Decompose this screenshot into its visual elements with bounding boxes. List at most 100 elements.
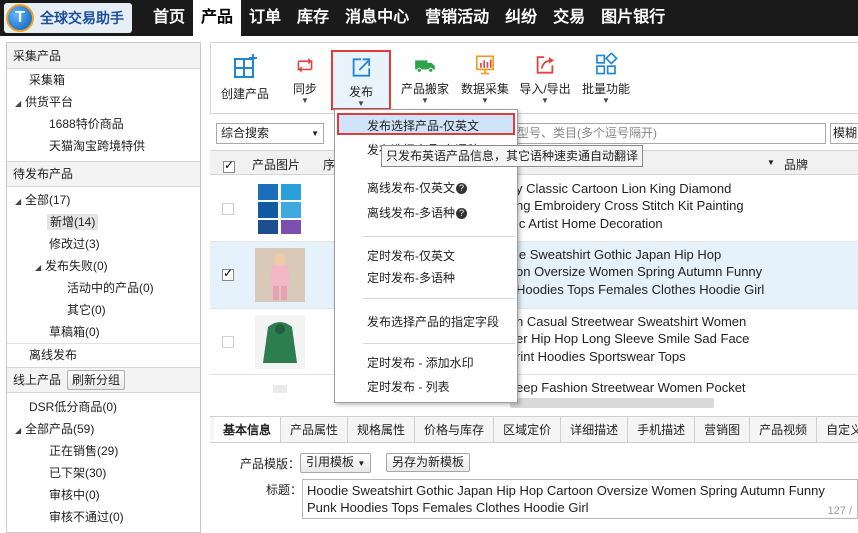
checkbox[interactable] [223, 158, 235, 173]
nav-transactions[interactable]: 交易 [545, 0, 593, 36]
search-type-value: 综合搜索 [221, 126, 270, 140]
product-thumbnail[interactable] [255, 182, 305, 236]
save-as-template-button[interactable]: 另存为新模板 [386, 453, 471, 472]
fuzzy-select[interactable]: 模糊 [830, 123, 858, 144]
help-icon[interactable]: ? [456, 208, 467, 219]
nav-home[interactable]: 首页 [145, 0, 193, 36]
row-checkbox[interactable] [222, 336, 234, 348]
sidebar-item-1688[interactable]: 1688特价商品 [7, 113, 200, 135]
sidebar-item-all-products[interactable]: ◢ 全部产品(59) [7, 418, 200, 440]
tree-label: 天猫淘宝跨境特供 [49, 139, 146, 153]
publish-button[interactable]: 发布 ▼ [331, 50, 391, 110]
toolbar-label: 导入/导出 [519, 82, 571, 96]
tab-marketing-images[interactable]: 营销图 [695, 417, 751, 442]
import-export-button[interactable]: 导入/导出 ▼ [517, 49, 573, 105]
nav-image-bank[interactable]: 图片银行 [593, 0, 673, 36]
product-thumbnail[interactable] [255, 315, 305, 369]
title-line: er Hip Hop Long Sleeve Smile Sad Face [516, 331, 750, 347]
product-move-button[interactable]: 产品搬家 ▼ [397, 49, 453, 105]
col-image: 产品图片 [252, 158, 301, 172]
button-label: 引用模板 [306, 455, 355, 469]
nav-products[interactable]: 产品 [193, 0, 242, 36]
sidebar-item-in-activity[interactable]: 活动中的产品(0) [7, 277, 200, 299]
menu-publish-english-only[interactable]: 发布选择产品-仅英文 [337, 113, 515, 135]
title-line: n Casual Streetwear Sweatshirt Women [516, 314, 747, 329]
horizontal-scrollbar[interactable] [510, 398, 714, 408]
product-thumbnail[interactable] [255, 248, 305, 302]
sidebar-item-off-shelf[interactable]: 已下架(30) [7, 462, 200, 484]
menu-scheduled-list[interactable]: 定时发布 - 列表 [335, 376, 517, 398]
dropdown-arrow-icon: ▼ [357, 99, 365, 108]
batch-functions-button[interactable]: 批量功能 ▼ [579, 49, 633, 105]
tab-region-pricing[interactable]: 区域定价 [494, 417, 562, 442]
row-checkbox[interactable] [222, 203, 234, 215]
sidebar-item-all-pending[interactable]: ◢ 全部(17) [7, 189, 200, 211]
apply-template-button[interactable]: 引用模板 ▼ [300, 453, 372, 473]
create-product-button[interactable]: 创建产品 [219, 49, 271, 105]
menu-label: 离线发布-多语种 [367, 206, 455, 220]
help-icon[interactable]: ? [456, 183, 467, 194]
nav-disputes[interactable]: 纠纷 [497, 0, 545, 36]
expand-triangle-icon[interactable]: ◢ [15, 93, 25, 115]
publish-icon [352, 58, 371, 77]
sidebar-item-other[interactable]: 其它(0) [7, 299, 200, 321]
sidebar-item-modified[interactable]: 修改过(3) [7, 233, 200, 255]
tab-basic-info[interactable]: 基本信息 [214, 417, 282, 442]
tab-video[interactable]: 产品视频 [750, 417, 818, 442]
sidebar-item-failed[interactable]: ◢ 发布失败(0) [7, 255, 200, 277]
expand-triangle-icon[interactable]: ◢ [15, 420, 25, 442]
sidebar-item-collect-box[interactable]: 采集箱 [7, 69, 200, 91]
table-row[interactable]: ie Sweatshirt Gothic Japan Hip Hop on Ov… [210, 242, 858, 309]
sidebar-item-drafts[interactable]: 草稿箱(0) [7, 321, 200, 343]
tab-custom-info[interactable]: 自定义信息 [817, 417, 858, 442]
tab-attributes[interactable]: 产品属性 [281, 417, 349, 442]
product-title: n Casual Streetwear Sweatshirt Women er … [516, 313, 749, 365]
menu-scheduled-multilang[interactable]: 定时发布-多语种 [335, 267, 517, 289]
table-row[interactable]: y Classic Cartoon Lion King Diamond ng E… [210, 176, 858, 242]
menu-scheduled-english[interactable]: 定时发布-仅英文 [335, 245, 517, 267]
nav-inventory[interactable]: 库存 [289, 0, 337, 36]
menu-scheduled-watermark[interactable]: 定时发布 - 添加水印 [335, 352, 517, 374]
nav-marketing[interactable]: 营销活动 [417, 0, 497, 36]
tab-description[interactable]: 详细描述 [561, 417, 629, 442]
sidebar-item-on-sale[interactable]: 正在销售(29) [7, 440, 200, 462]
expand-triangle-icon[interactable]: ◢ [35, 257, 45, 279]
expand-triangle-icon[interactable]: ◢ [15, 191, 25, 213]
sidebar-item-tmall[interactable]: 天猫淘宝跨境特供 [7, 135, 200, 157]
menu-offline-english[interactable]: 离线发布-仅英文? [335, 177, 517, 199]
title-line: Hoodies Tops Females Clothes Hoodie Girl [516, 281, 765, 297]
tab-specs[interactable]: 规格属性 [348, 417, 416, 442]
sidebar-item-rejected[interactable]: 审核不通过(0) [7, 506, 200, 528]
sidebar-item-supply[interactable]: ◢ 供货平台 [7, 91, 200, 113]
title-label: 标题： [266, 483, 303, 497]
refresh-groups-button[interactable]: 刷新分组 [67, 370, 126, 390]
menu-publish-fields[interactable]: 发布选择产品的指定字段 [335, 311, 517, 333]
sidebar-item-new[interactable]: 新增(14) [7, 211, 200, 233]
app-logo[interactable]: T 全球交易助手 [4, 3, 132, 33]
search-type-select[interactable]: 综合搜索 ▼ [216, 123, 324, 144]
dropdown-arrow-icon: ▼ [541, 96, 549, 105]
row-checkbox[interactable] [222, 266, 234, 281]
nav-orders[interactable]: 订单 [241, 0, 289, 36]
data-collect-button[interactable]: 数据采集 ▼ [459, 49, 511, 105]
nav-messages[interactable]: 消息中心 [337, 0, 417, 36]
logo-icon: T [6, 4, 34, 32]
tab-price-stock[interactable]: 价格与库存 [415, 417, 495, 442]
sync-button[interactable]: 同步 ▼ [287, 49, 323, 105]
tab-mobile-description[interactable]: 手机描述 [628, 417, 696, 442]
tree-label: 离线发布 [29, 348, 78, 362]
title-textarea[interactable]: Hoodie Sweatshirt Gothic Japan Hip Hop C… [302, 479, 858, 519]
title-line: y Classic Cartoon Lion King Diamond [516, 181, 732, 196]
menu-offline-multilang[interactable]: 离线发布-多语种? [335, 202, 517, 224]
product-thumbnail[interactable] [255, 381, 305, 412]
tree-label: 供货平台 [25, 95, 74, 109]
sidebar-item-offline-publish[interactable]: 离线发布 [7, 343, 200, 365]
sidebar-item-dsr[interactable]: DSR低分商品(0) [7, 396, 200, 418]
sort-arrow-icon[interactable]: ▼ [767, 158, 775, 167]
tree-label: 1688特价商品 [49, 117, 124, 131]
table-row[interactable]: n Casual Streetwear Sweatshirt Women er … [210, 309, 858, 375]
tree-label: 审核不通过(0) [49, 510, 124, 524]
sidebar-item-reviewing[interactable]: 审核中(0) [7, 484, 200, 506]
tree-label: 全部产品(59) [25, 422, 95, 436]
search-input[interactable]: 型号、类目(多个逗号隔开) [510, 123, 826, 144]
